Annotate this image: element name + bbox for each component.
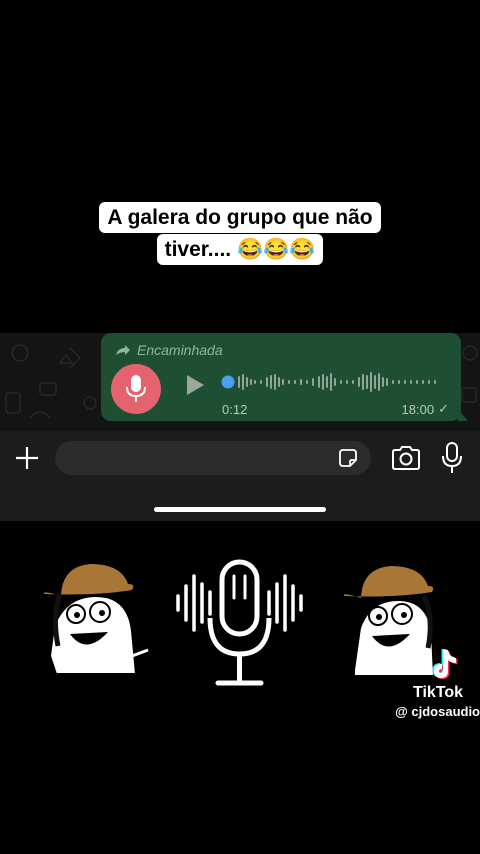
message-input[interactable]	[55, 441, 371, 475]
voice-duration: 0:12	[222, 402, 248, 417]
forwarded-row: Encaminhada	[115, 342, 223, 358]
cartoon-character-left	[43, 564, 149, 675]
tiktok-brand: TikTok	[412, 684, 464, 701]
sticker-icon[interactable]	[337, 447, 359, 469]
message-meta: 18:00 ✓	[402, 401, 449, 417]
plus-icon[interactable]	[12, 443, 42, 473]
forwarded-label: Encaminhada	[137, 342, 223, 358]
sender-mic-avatar	[111, 364, 161, 414]
playback-progress-dot	[221, 375, 235, 389]
tiktok-logo-icon	[432, 649, 458, 679]
microphone-logo-graphic	[176, 559, 303, 686]
voice-message-bubble[interactable]: Encaminhada 0:12 18:00 ✓	[101, 333, 468, 421]
microphone-icon[interactable]	[440, 441, 464, 475]
bubble-tail	[458, 409, 468, 421]
audio-waveform-graphic	[173, 98, 303, 190]
caption-text-1: A galera do grupo que não	[99, 202, 381, 233]
voice-message-waveform[interactable]	[219, 369, 441, 395]
home-indicator	[154, 507, 326, 512]
forward-arrow-icon	[116, 345, 130, 355]
message-input-bar	[0, 431, 480, 521]
tiktok-handle: @ cjdosaudio	[395, 704, 480, 719]
caption-line-1: A galera do grupo que não	[0, 202, 480, 233]
message-time: 18:00	[401, 401, 435, 417]
sent-check-icon: ✓	[438, 401, 449, 416]
caption-line-2: tiver.... 😂😂😂	[0, 234, 480, 265]
microphone-icon	[126, 375, 146, 402]
caption-text-2: tiver.... 😂😂😂	[156, 234, 324, 265]
play-icon[interactable]	[187, 375, 204, 395]
camera-icon[interactable]	[390, 443, 422, 473]
